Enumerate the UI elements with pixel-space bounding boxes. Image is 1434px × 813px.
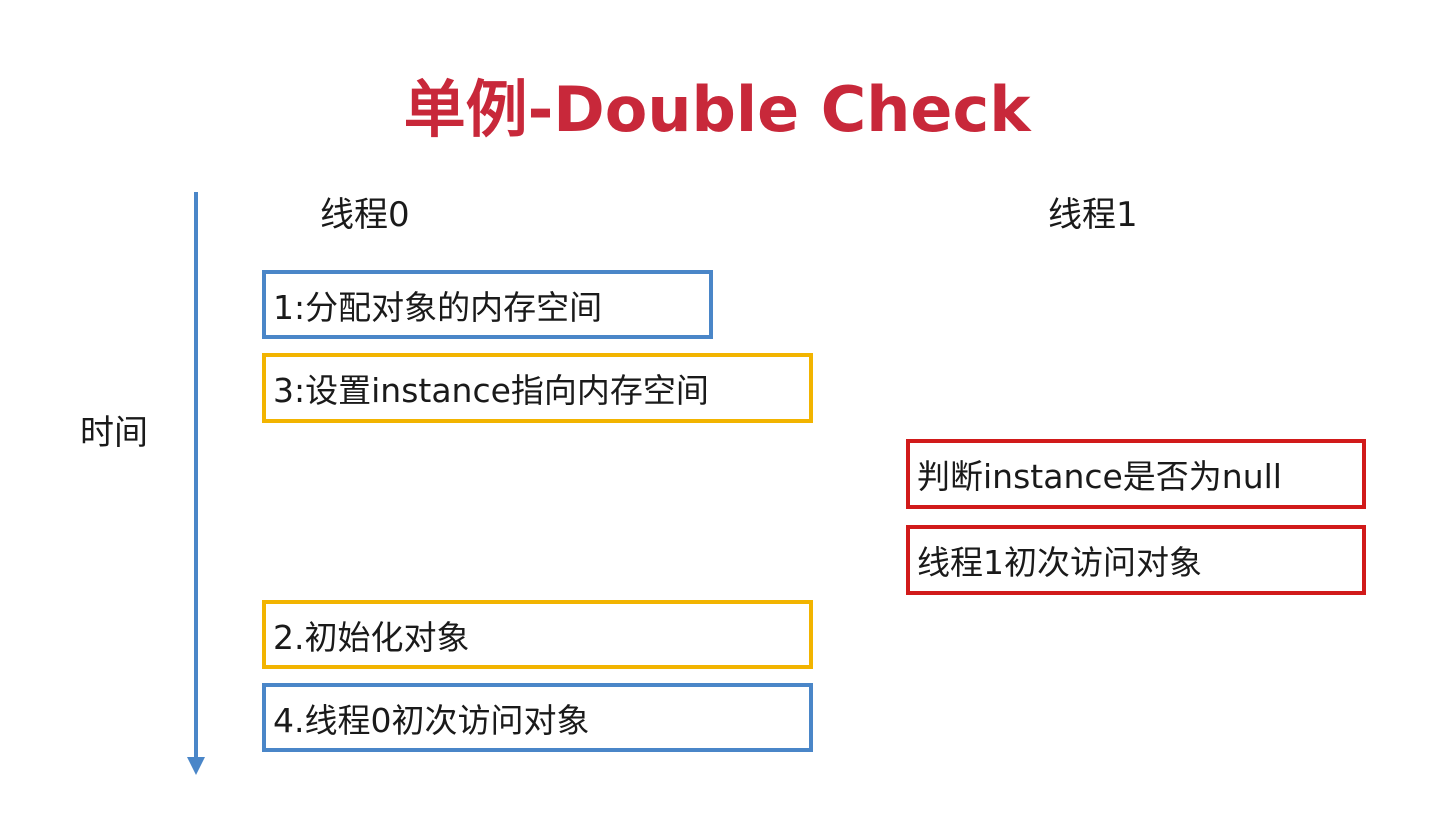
step-check-null-text: 判断instance是否为null [917, 457, 1282, 496]
step-allocate-memory-text: 1:分配对象的内存空间 [273, 287, 603, 327]
step-thread1-access-text: 线程1初次访问对象 [917, 543, 1202, 582]
thread-1-label: 线程1 [1048, 195, 1138, 235]
step-thread0-access-text: 4.线程0初次访问对象 [273, 700, 590, 740]
step-initialize-object: 2.初始化对象 [262, 600, 813, 669]
step-thread1-access: 线程1初次访问对象 [906, 525, 1366, 595]
step-check-null: 判断instance是否为null [906, 439, 1366, 509]
step-set-instance-text: 3:设置instance指向内存空间 [273, 371, 709, 410]
step-thread0-access: 4.线程0初次访问对象 [262, 683, 813, 752]
step-allocate-memory: 1:分配对象的内存空间 [262, 270, 713, 339]
thread-0-label: 线程0 [320, 195, 410, 235]
time-axis-label: 时间 [80, 413, 148, 453]
step-initialize-object-text: 2.初始化对象 [273, 617, 470, 657]
time-axis-arrowhead [187, 757, 205, 775]
step-set-instance: 3:设置instance指向内存空间 [262, 353, 813, 423]
